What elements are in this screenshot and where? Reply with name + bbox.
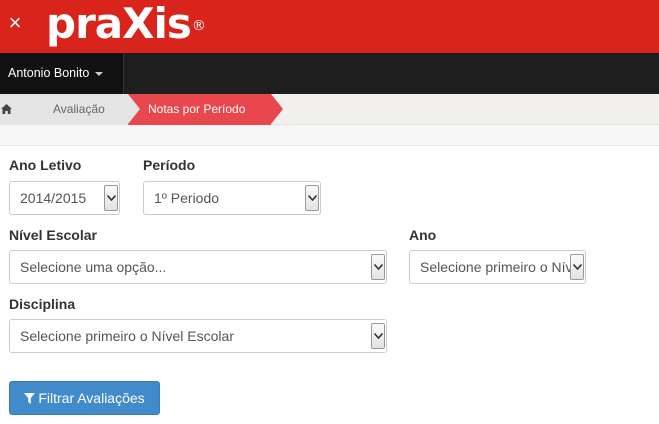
select-arrow-icon (104, 185, 118, 211)
ano-letivo-select[interactable]: 2014/2015 (9, 181, 120, 215)
nivel-escolar-value: Selecione uma opção... (20, 259, 167, 275)
breadcrumb-notas-por-periodo[interactable]: Notas por Período (128, 94, 271, 125)
logo-text: praXis (46, 0, 192, 48)
user-bar: Antonio Bonito (0, 53, 659, 94)
nivel-escolar-select[interactable]: Selecione uma opção... (9, 250, 387, 284)
ano-letivo-value: 2014/2015 (20, 190, 87, 206)
nivel-escolar-label: Nível Escolar (9, 227, 97, 243)
registered-mark: ® (191, 18, 206, 34)
breadcrumb-separator (128, 94, 140, 124)
user-name: Antonio Bonito (8, 66, 90, 80)
toolbar-strip (0, 125, 659, 146)
ano-value: Selecione primeiro o Nível Escolar (420, 259, 585, 275)
breadcrumb-active-arrow (271, 94, 283, 124)
breadcrumb-avaliacao[interactable]: Avaliação (28, 94, 128, 125)
user-menu[interactable]: Antonio Bonito (0, 53, 124, 94)
praxis-logo: praXis® (46, 0, 206, 48)
filter-evaluations-button[interactable]: Filtrar Avaliações (9, 381, 160, 415)
disciplina-label: Disciplina (9, 296, 76, 312)
home-icon (1, 104, 12, 114)
periodo-label: Período (143, 157, 196, 173)
ano-label: Ano (409, 227, 437, 243)
filter-icon (24, 393, 36, 404)
select-arrow-icon (371, 323, 385, 349)
select-arrow-icon (371, 254, 385, 280)
breadcrumb: Avaliação Notas por Período (0, 94, 659, 125)
breadcrumb-home[interactable] (0, 94, 28, 125)
close-icon[interactable]: × (6, 12, 24, 34)
breadcrumb-separator (28, 94, 40, 124)
select-arrow-icon (305, 185, 319, 211)
caret-down-icon (95, 71, 104, 76)
ano-select[interactable]: Selecione primeiro o Nível Escolar (409, 250, 586, 284)
select-arrow-icon (570, 254, 584, 280)
periodo-value: 1º Periodo (154, 190, 220, 206)
app-header: × praXis® (0, 0, 659, 53)
filter-button-label: Filtrar Avaliações (38, 390, 145, 406)
ano-letivo-label: Ano Letivo (9, 157, 82, 173)
periodo-select[interactable]: 1º Periodo (143, 181, 321, 215)
disciplina-select[interactable]: Selecione primeiro o Nível Escolar (9, 319, 387, 353)
disciplina-value: Selecione primeiro o Nível Escolar (20, 328, 234, 344)
